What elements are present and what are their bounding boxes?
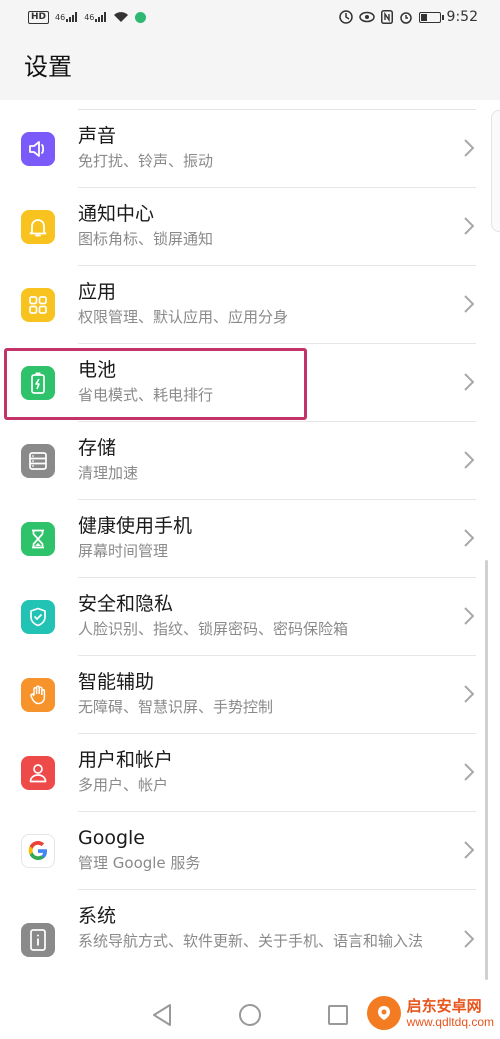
- settings-item-security-privacy[interactable]: 安全和隐私 人脸识别、指纹、锁屏密码、密码保险箱: [0, 578, 500, 656]
- chevron-right-icon: [464, 607, 475, 625]
- signal-bars-icon: [95, 12, 107, 22]
- highlight-box: [4, 348, 307, 420]
- settings-list[interactable]: 声音 免打扰、铃声、振动 通知中心 图标角标、锁屏通知 应用 权限管理、默认应用…: [0, 100, 500, 990]
- alarm-clock-icon: [399, 12, 412, 24]
- status-bar: HD 46 46 9:52: [0, 0, 500, 34]
- item-subtitle: 系统导航方式、软件更新、关于手机、语言和输入法: [78, 932, 424, 950]
- hd-voice-icon: HD: [28, 10, 50, 24]
- wifi-icon: [114, 12, 129, 22]
- signal-bars-icon: [66, 12, 78, 22]
- settings-item-sound[interactable]: 声音 免打扰、铃声、振动: [0, 110, 500, 188]
- watermark: 启东安卓网 www.qdltdq.com: [366, 996, 494, 1030]
- item-title: 声音: [78, 125, 117, 147]
- item-title: 系统: [78, 905, 117, 927]
- eye-comfort-icon: [358, 11, 375, 23]
- recents-button[interactable]: [323, 1000, 353, 1030]
- item-title: 存储: [78, 437, 117, 459]
- watermark-title: 启东安卓网: [406, 997, 482, 1015]
- settings-item-google[interactable]: Google 管理 Google 服务: [0, 812, 500, 890]
- chevron-right-icon: [464, 139, 475, 157]
- system-info-icon: [21, 923, 55, 957]
- chevron-right-icon: [464, 529, 475, 547]
- chevron-right-icon: [464, 217, 475, 235]
- bell-icon: [21, 210, 55, 244]
- chevron-right-icon: [464, 763, 475, 781]
- item-subtitle: 屏幕时间管理: [78, 542, 169, 560]
- item-title: 应用: [78, 281, 117, 303]
- chevron-right-icon: [464, 373, 475, 391]
- chevron-right-icon: [464, 841, 475, 859]
- chevron-right-icon: [464, 930, 475, 948]
- item-title: 安全和隐私: [78, 593, 174, 615]
- back-button[interactable]: [147, 1000, 177, 1030]
- item-subtitle: 图标角标、锁屏通知: [78, 230, 214, 248]
- item-subtitle: 权限管理、默认应用、应用分身: [78, 308, 289, 326]
- item-title: 用户和帐户: [78, 749, 174, 771]
- item-subtitle: 免打扰、铃声、振动: [78, 152, 214, 170]
- settings-item-system[interactable]: 系统 系统导航方式、软件更新、关于手机、语言和输入法: [0, 890, 500, 990]
- speaker-icon: [21, 132, 55, 166]
- apps-grid-icon: [21, 288, 55, 322]
- watermark-url: www.qdltdq.com: [406, 1014, 494, 1029]
- home-button[interactable]: [235, 1000, 265, 1030]
- home-circle-icon: [239, 1003, 261, 1026]
- item-title: 通知中心: [78, 203, 155, 225]
- nfc-icon: [380, 10, 393, 24]
- item-subtitle: 无障碍、智慧识屏、手势控制: [78, 698, 274, 716]
- item-title: 健康使用手机: [78, 515, 193, 537]
- item-subtitle: 管理 Google 服务: [78, 854, 201, 872]
- shield-icon: [21, 600, 55, 634]
- edge-tab: [491, 110, 500, 232]
- battery-status-icon: [418, 11, 444, 23]
- item-subtitle: 清理加速: [78, 464, 139, 482]
- item-subtitle: 人脸识别、指纹、锁屏密码、密码保险箱: [78, 620, 349, 638]
- chevron-right-icon: [464, 685, 475, 703]
- item-subtitle: 多用户、帐户: [78, 776, 169, 794]
- google-icon: [21, 834, 55, 868]
- item-title: 智能辅助: [78, 671, 155, 693]
- cell-signal-icon-2: 46: [84, 12, 107, 22]
- settings-item-users-accounts[interactable]: 用户和帐户 多用户、帐户: [0, 734, 500, 812]
- hand-icon: [21, 678, 55, 712]
- settings-item-storage[interactable]: 存储 清理加速: [0, 422, 500, 500]
- watermark-logo-icon: [366, 996, 401, 1030]
- user-icon: [21, 756, 55, 790]
- chevron-right-icon: [464, 451, 475, 469]
- page-title: 设置: [24, 53, 72, 81]
- recents-square-icon: [328, 1004, 348, 1025]
- clock: 9:52: [446, 9, 478, 25]
- cell-signal-icon-1: 46: [55, 12, 78, 22]
- app-notification-icon: [135, 11, 147, 23]
- item-title: Google: [78, 827, 146, 849]
- settings-item-apps[interactable]: 应用 权限管理、默认应用、应用分身: [0, 266, 500, 344]
- settings-item-smart-assistance[interactable]: 智能辅助 无障碍、智慧识屏、手势控制: [0, 656, 500, 734]
- chevron-right-icon: [464, 295, 475, 313]
- alarm-settings-icon: [338, 10, 353, 24]
- back-triangle-icon: [153, 1003, 171, 1026]
- storage-icon: [21, 444, 55, 478]
- settings-item-notifications[interactable]: 通知中心 图标角标、锁屏通知: [0, 188, 500, 266]
- hourglass-icon: [21, 522, 55, 556]
- page-header: 设置: [0, 34, 500, 100]
- scrollbar[interactable]: [485, 560, 488, 980]
- settings-item-digital-balance[interactable]: 健康使用手机 屏幕时间管理: [0, 500, 500, 578]
